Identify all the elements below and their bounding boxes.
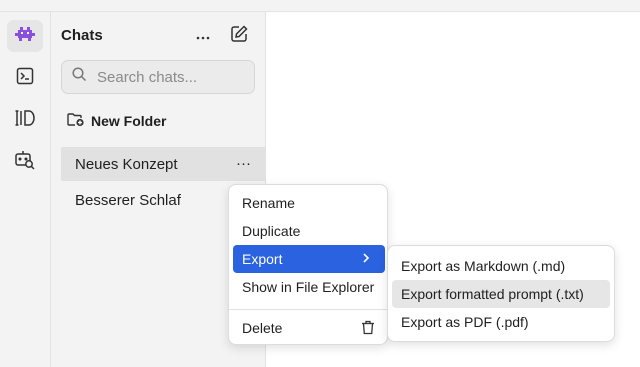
submenu-item-export-markdown[interactable]: Export as Markdown (.md): [392, 252, 610, 280]
menu-item-rename[interactable]: Rename: [233, 189, 385, 217]
search-icon: [72, 67, 87, 87]
menu-item-export[interactable]: Export: [233, 245, 385, 273]
submenu-item-label: Export formatted prompt (.txt): [401, 286, 584, 302]
chat-context-menu: Rename Duplicate Export Show in File Exp…: [228, 184, 388, 345]
submenu-item-export-pdf[interactable]: Export as PDF (.pdf): [392, 308, 610, 336]
more-horizontal-icon: [196, 27, 210, 45]
menu-divider: [229, 309, 387, 310]
export-submenu: Export as Markdown (.md) Export formatte…: [387, 245, 615, 342]
menu-item-label: Duplicate: [242, 223, 301, 239]
sidebar-title: Chats: [61, 27, 103, 44]
bot-search-icon: [14, 150, 36, 175]
menu-item-label: Export: [242, 251, 283, 267]
rail-item-chats[interactable]: [7, 20, 43, 52]
chat-item-label: Besserer Schlaf: [75, 191, 181, 209]
submenu-item-label: Export as PDF (.pdf): [401, 314, 529, 330]
rail-item-bot-search[interactable]: [7, 146, 43, 178]
rail-item-library[interactable]: [7, 104, 43, 136]
search-input[interactable]: [95, 67, 239, 87]
folder-plus-icon: [67, 112, 85, 130]
terminal-icon: [16, 67, 34, 90]
menu-item-show-in-file-explorer[interactable]: Show in File Explorer: [233, 273, 385, 301]
menu-item-label: Show in File Explorer: [242, 279, 375, 295]
chat-item-label: Neues Konzept: [75, 155, 178, 173]
more-options-button[interactable]: [192, 25, 214, 47]
trash-icon: [361, 320, 375, 338]
menu-item-delete[interactable]: Delete: [233, 314, 385, 342]
new-folder-label: New Folder: [91, 113, 167, 129]
library-icon: [14, 109, 36, 132]
edit-icon: [230, 24, 248, 48]
search-box[interactable]: [61, 60, 255, 94]
rail-item-terminal[interactable]: [7, 62, 43, 94]
chat-item[interactable]: Neues Konzept ···: [61, 147, 265, 181]
menu-item-label: Delete: [242, 320, 283, 336]
activity-rail: [0, 12, 51, 367]
chat-item-more-button[interactable]: ···: [236, 155, 251, 172]
new-chat-button[interactable]: [228, 24, 250, 48]
submenu-item-label: Export as Markdown (.md): [401, 258, 566, 274]
chevron-right-icon: [361, 251, 371, 268]
menu-item-label: Rename: [242, 195, 295, 211]
new-folder-button[interactable]: New Folder: [67, 112, 166, 130]
alien-logo-icon: [14, 25, 36, 48]
window-top-strip: [0, 0, 640, 12]
submenu-item-export-formatted-prompt[interactable]: Export formatted prompt (.txt): [392, 280, 610, 308]
menu-item-duplicate[interactable]: Duplicate: [233, 217, 385, 245]
